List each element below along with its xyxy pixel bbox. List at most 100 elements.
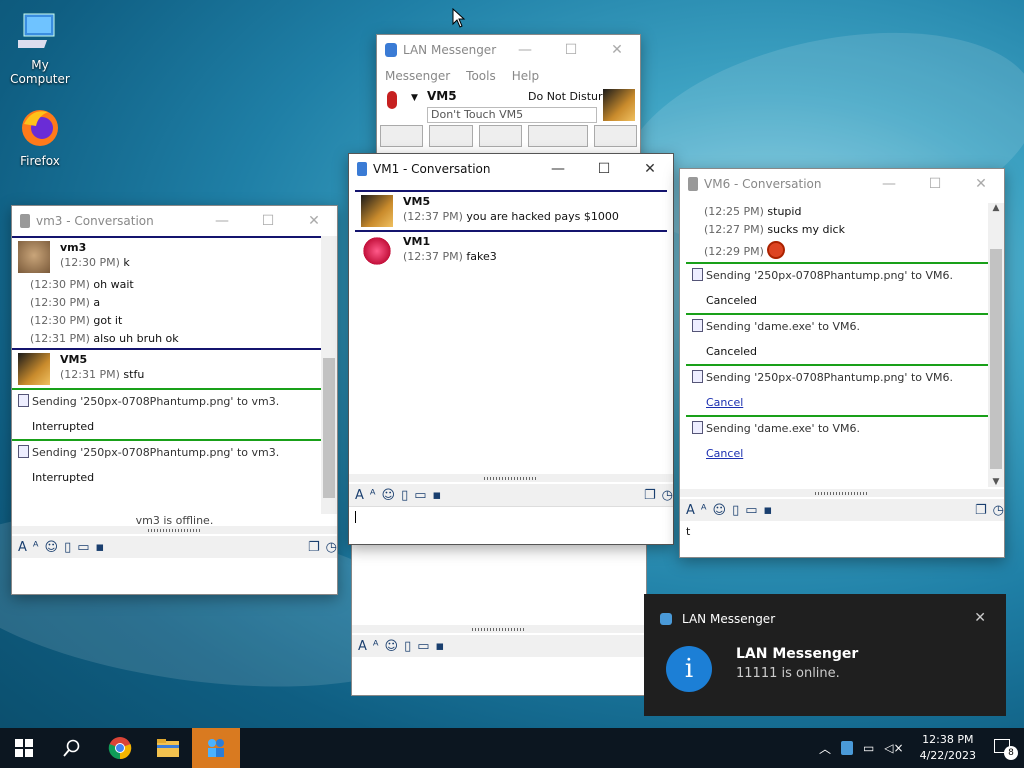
network-icon[interactable]: ▭ — [863, 741, 874, 755]
font-icon[interactable]: A — [18, 540, 27, 555]
desktop-icon-firefox[interactable]: Firefox — [0, 106, 80, 168]
file-transfer-item: Sending '250px-0708Phantump.png' to VM6.… — [686, 364, 988, 415]
close-button[interactable]: ✕ — [291, 206, 337, 236]
transfers-icon[interactable]: ❐ — [308, 540, 320, 555]
font-color-icon[interactable]: ᴬ — [370, 488, 376, 503]
window-title: VM1 - Conversation — [373, 162, 491, 176]
close-button[interactable]: ✕ — [627, 154, 673, 184]
menu-messenger[interactable]: Messenger — [385, 69, 450, 83]
messenger-app-icon — [660, 613, 672, 625]
file-send-icon[interactable]: ▯ — [404, 639, 411, 654]
close-icon[interactable]: ✕ — [974, 610, 986, 626]
maximize-button[interactable]: ☐ — [912, 169, 958, 199]
save-icon[interactable]: ▪ — [96, 540, 105, 555]
font-color-icon[interactable]: ᴬ — [701, 503, 707, 518]
save-icon[interactable]: ▪ — [764, 503, 773, 518]
file-send-icon[interactable]: ▯ — [64, 540, 71, 555]
history-icon[interactable]: ◷ — [662, 488, 673, 503]
history-icon[interactable]: ◷ — [326, 540, 337, 555]
message-input[interactable] — [349, 506, 673, 544]
message-group: vm3 (12:30 PM) k — [12, 236, 321, 276]
file-send-icon[interactable]: ▯ — [732, 503, 739, 518]
desktop-icon-label: Firefox — [20, 154, 60, 168]
user-note-field[interactable]: Don't Touch VM5 — [427, 107, 597, 123]
menu-help[interactable]: Help — [512, 69, 539, 83]
close-button[interactable]: ✕ — [958, 169, 1004, 199]
title-bar: vm3 - Conversation — ☐ ✕ — [12, 206, 337, 236]
file-send-icon[interactable]: ▯ — [401, 488, 408, 503]
taskbar-file-explorer[interactable] — [144, 728, 192, 768]
search-button[interactable] — [48, 728, 96, 768]
font-color-icon[interactable]: ᴬ — [373, 639, 379, 654]
transfers-icon[interactable]: ❐ — [644, 488, 656, 503]
settings-toolbar-button[interactable] — [593, 125, 637, 147]
clock-time: 12:38 PM — [922, 733, 974, 746]
cancel-transfer-link[interactable]: Cancel — [706, 396, 743, 409]
chevron-up-icon[interactable]: ︿ — [819, 740, 831, 757]
minimize-button[interactable]: — — [535, 154, 581, 184]
menu-tools[interactable]: Tools — [466, 69, 496, 83]
user-avatar[interactable] — [603, 89, 635, 121]
file-transfer-item: Sending 'dame.exe' to VM6. Canceled — [686, 313, 988, 364]
maximize-button[interactable]: ☐ — [548, 35, 594, 65]
maximize-button[interactable]: ☐ — [581, 154, 627, 184]
message-input[interactable]: t — [680, 521, 1004, 557]
cancel-transfer-link[interactable]: Cancel — [706, 447, 743, 460]
minimize-button[interactable]: — — [866, 169, 912, 199]
save-icon[interactable]: ▪ — [436, 639, 445, 654]
smiley-icon[interactable]: ☺ — [45, 540, 59, 555]
file-icon — [18, 445, 29, 458]
smiley-icon[interactable]: ☺ — [382, 488, 396, 503]
transfers-icon[interactable]: ❐ — [975, 503, 987, 518]
clock[interactable]: 12:38 PM 4/22/2023 — [920, 732, 976, 764]
background-conversation-window: A ᴬ ☺ ▯ ▭ ▪ — [351, 540, 647, 696]
save-icon[interactable]: ▪ — [433, 488, 442, 503]
smiley-icon[interactable]: ☺ — [713, 503, 727, 518]
scrollbar[interactable] — [321, 236, 337, 514]
transfer-text: Sending '250px-0708Phantump.png' to VM6. — [706, 269, 953, 282]
chevron-down-icon[interactable]: ▼ — [411, 93, 418, 103]
status-dropdown-icon[interactable] — [387, 91, 397, 109]
folder-send-icon[interactable]: ▭ — [414, 488, 426, 503]
scrollbar-thumb[interactable] — [323, 358, 335, 498]
taskbar-chrome[interactable] — [96, 728, 144, 768]
smiley-icon[interactable]: ☺ — [385, 639, 399, 654]
resize-grip[interactable] — [352, 625, 646, 633]
volume-muted-icon[interactable]: ◁× — [884, 741, 903, 755]
history-icon[interactable]: ◷ — [993, 503, 1004, 518]
lan-messenger-tray-icon[interactable] — [840, 741, 853, 755]
font-color-icon[interactable]: ᴬ — [33, 540, 39, 555]
folder-icon — [157, 739, 179, 757]
folder-send-icon[interactable]: ▭ — [77, 540, 89, 555]
folder-send-icon[interactable]: ▭ — [417, 639, 429, 654]
add-group-toolbar-button[interactable] — [528, 125, 588, 147]
file-icon — [692, 319, 703, 332]
font-icon[interactable]: A — [355, 488, 364, 503]
scrollbar[interactable]: ▲ ▼ — [988, 203, 1004, 487]
maximize-button[interactable]: ☐ — [245, 206, 291, 236]
file-toolbar-button[interactable] — [429, 125, 473, 147]
scrollbar-thumb[interactable] — [990, 249, 1002, 469]
close-button[interactable]: ✕ — [594, 35, 640, 65]
resize-grip[interactable] — [680, 489, 1004, 497]
start-button[interactable] — [0, 728, 48, 768]
font-icon[interactable]: A — [358, 639, 367, 654]
scroll-down-icon[interactable]: ▼ — [988, 477, 1004, 487]
minimize-button[interactable]: — — [199, 206, 245, 236]
conversation-icon — [20, 214, 30, 228]
scroll-up-icon[interactable]: ▲ — [988, 203, 1004, 213]
minimize-button[interactable]: — — [502, 35, 548, 65]
timestamp: (12:30 PM) — [60, 256, 120, 269]
desktop-icon-my-computer[interactable]: My Computer — [0, 10, 80, 86]
taskbar-lan-messenger[interactable] — [192, 728, 240, 768]
notification-toast[interactable]: LAN Messenger ✕ i LAN Messenger 11111 is… — [644, 594, 1006, 716]
broadcast-toolbar-button[interactable] — [478, 125, 523, 147]
resize-grip[interactable] — [349, 474, 673, 482]
resize-grip[interactable] — [12, 526, 337, 534]
notification-center-button[interactable]: 8 — [992, 736, 1018, 760]
clock-date: 4/22/2023 — [919, 749, 976, 762]
font-icon[interactable]: A — [686, 503, 695, 518]
message-input[interactable] — [12, 558, 337, 594]
folder-send-icon[interactable]: ▭ — [745, 503, 757, 518]
chat-toolbar-button[interactable] — [380, 125, 424, 147]
